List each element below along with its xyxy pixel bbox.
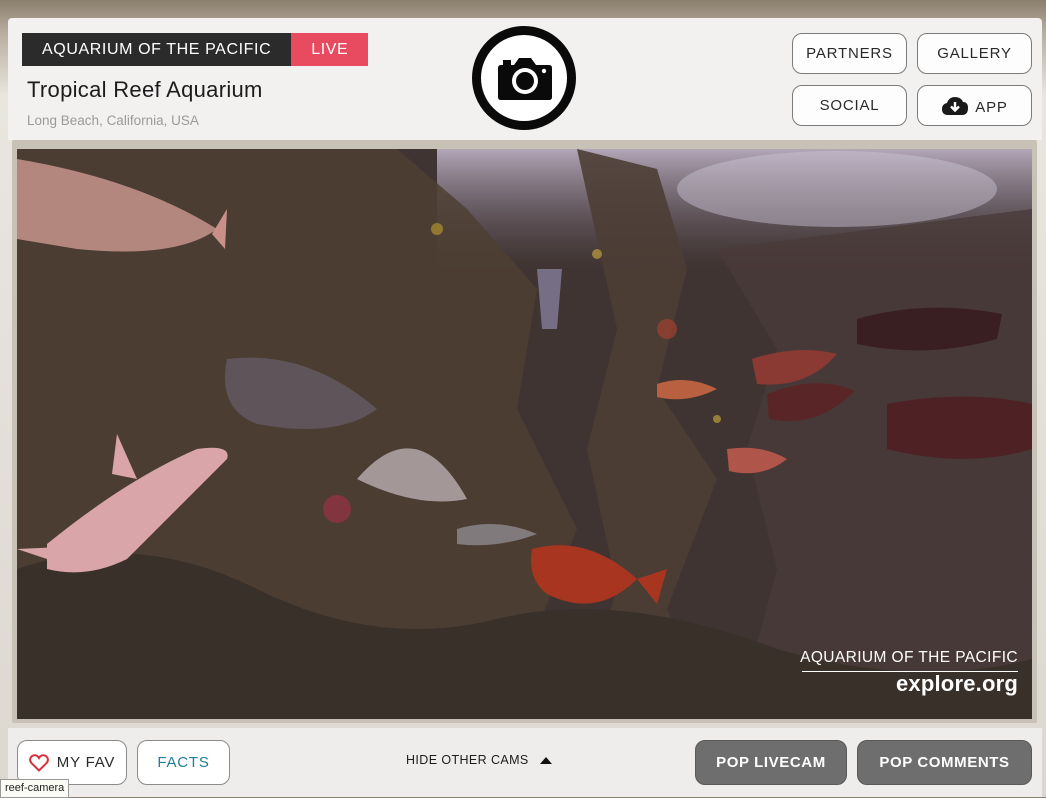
hide-other-cams-label: HIDE OTHER CAMS — [406, 753, 529, 767]
facts-button[interactable]: FACTS — [137, 740, 230, 785]
pop-comments-button[interactable]: POP COMMENTS — [857, 740, 1032, 785]
app-button-label: APP — [975, 99, 1008, 116]
social-button[interactable]: SOCIAL — [792, 85, 907, 126]
tooltip: reef-camera — [0, 779, 70, 798]
heart-icon — [28, 753, 49, 772]
brand-bar: AQUARIUM OF THE PACIFIC LIVE — [22, 33, 369, 66]
app-button[interactable]: APP — [917, 85, 1032, 126]
reef-camera-video[interactable]: AQUARIUM OF THE PACIFIC explore.org — [17, 149, 1032, 719]
reef-scene — [17, 149, 1032, 719]
cam-footer: MY FAV FACTS HIDE OTHER CAMS POP LIVECAM… — [8, 728, 1042, 797]
watermark-site: explore.org — [895, 671, 1018, 696]
live-badge: LIVE — [291, 33, 369, 66]
pop-livecam-button[interactable]: POP LIVECAM — [695, 740, 847, 785]
partners-button[interactable]: PARTNERS — [792, 33, 907, 74]
gallery-button[interactable]: GALLERY — [917, 33, 1032, 74]
page-title: Tropical Reef Aquarium — [27, 77, 263, 102]
camera-icon[interactable] — [472, 26, 576, 130]
brand-name[interactable]: AQUARIUM OF THE PACIFIC — [22, 33, 292, 66]
cloud-download-icon — [941, 96, 969, 116]
cam-header: AQUARIUM OF THE PACIFIC LIVE Tropical Re… — [8, 18, 1042, 140]
hide-other-cams-toggle[interactable]: HIDE OTHER CAMS — [406, 753, 553, 767]
cam-location: Long Beach, California, USA — [27, 113, 199, 128]
caret-up-icon — [539, 756, 553, 765]
my-fav-label: MY FAV — [56, 754, 116, 771]
watermark-org: AQUARIUM OF THE PACIFIC — [800, 649, 1018, 666]
